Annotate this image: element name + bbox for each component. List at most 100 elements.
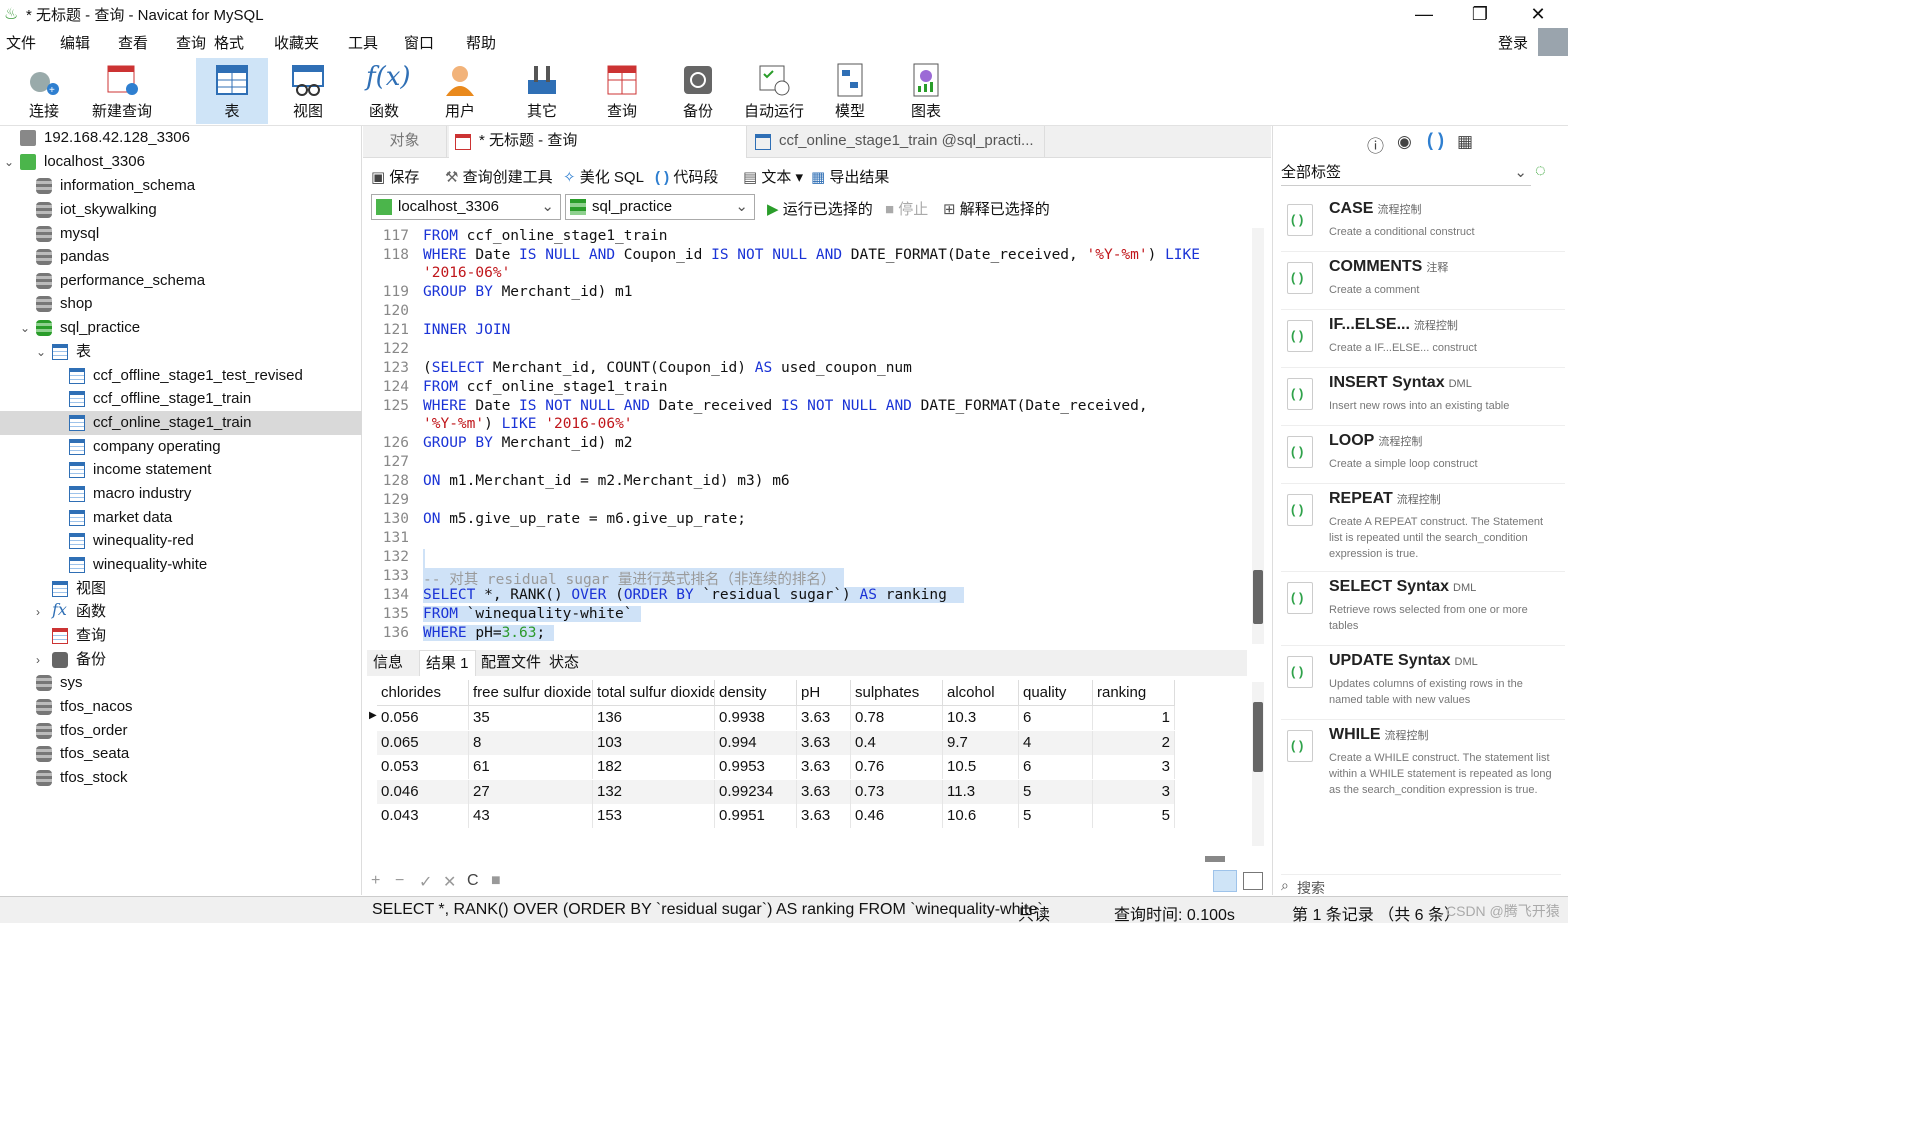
add-record-icon[interactable]: +	[371, 872, 380, 890]
table-cell[interactable]: 153	[593, 804, 715, 828]
tree-item-database[interactable]: shop	[0, 292, 362, 316]
table-cell[interactable]: 0.9951	[715, 804, 797, 828]
table-cell[interactable]: 10.6	[943, 804, 1019, 828]
snippet-button[interactable]: ( ) 代码段	[655, 166, 718, 187]
table-cell[interactable]: 3.63	[797, 755, 851, 779]
tree-item-database[interactable]: iot_skywalking	[0, 198, 362, 222]
table-cell[interactable]: 0.043	[377, 804, 469, 828]
tag-filter-select[interactable]: 全部标签 ⌄	[1281, 160, 1531, 186]
column-header[interactable]: ranking	[1093, 680, 1175, 706]
editor-scrollbar-thumb[interactable]	[1253, 570, 1263, 624]
tab-status[interactable]: 状态	[543, 650, 585, 676]
menu-window[interactable]: 窗口	[404, 32, 434, 53]
maximize-button[interactable]: ❐	[1458, 0, 1502, 28]
tree-item-backups[interactable]: › 备份	[0, 648, 362, 672]
menu-format[interactable]: 格式	[214, 32, 244, 53]
text-button[interactable]: ▤ 文本 ▾	[743, 166, 803, 187]
column-header[interactable]: density	[715, 680, 797, 706]
tree-item-database[interactable]: tfos_seata	[0, 742, 362, 766]
sql-editor[interactable]: 117 FROM ccf_online_stage1_train 118 WHE…	[367, 228, 1247, 644]
snippet-item[interactable]: IF...ELSE...流程控制Create a IF...ELSE... co…	[1281, 310, 1565, 368]
table-cell[interactable]: 3.63	[797, 779, 851, 804]
snippet-search-field[interactable]: ⌕ 搜索	[1281, 874, 1561, 896]
info-icon[interactable]: ⓘ	[1367, 132, 1384, 157]
table-cell[interactable]: 6	[1019, 755, 1093, 779]
table-cell[interactable]: 132	[593, 779, 715, 804]
table-cell[interactable]: 6	[1019, 706, 1093, 730]
add-snippet-icon[interactable]: ◌	[1535, 160, 1546, 181]
grid-horizontal-scrollbar-thumb[interactable]	[1205, 856, 1225, 862]
menu-view[interactable]: 查看	[118, 32, 148, 53]
menu-tools[interactable]: 工具	[348, 32, 378, 53]
connect-button[interactable]: + 连接	[8, 58, 80, 124]
save-button[interactable]: ▣ 保存	[371, 166, 419, 187]
tree-item-table[interactable]: ccf_offline_stage1_test_revised	[0, 364, 362, 388]
table-cell[interactable]: 0.46	[851, 804, 943, 828]
table-cell[interactable]: 0.9953	[715, 755, 797, 779]
column-header[interactable]: pH	[797, 680, 851, 706]
avatar[interactable]	[1538, 28, 1568, 56]
function-button[interactable]: f(x) 函数	[348, 58, 420, 124]
export-result-button[interactable]: ▦ 导出结果	[811, 166, 889, 187]
table-cell[interactable]: 8	[469, 730, 593, 755]
table-cell[interactable]: 2	[1093, 730, 1175, 755]
stop-button[interactable]: ■ 停止	[885, 198, 928, 219]
table-cell[interactable]: 5	[1093, 804, 1175, 828]
table-cell[interactable]: 3	[1093, 779, 1175, 804]
table-cell[interactable]: 3	[1093, 755, 1175, 779]
eye-icon[interactable]: ◉	[1397, 132, 1412, 152]
tree-item-tables-folder[interactable]: ⌄ 表	[0, 340, 362, 364]
other-button[interactable]: 其它	[506, 58, 578, 124]
tree-item-remote-connection[interactable]: 192.168.42.128_3306	[0, 126, 362, 150]
table-cell[interactable]: 0.994	[715, 730, 797, 755]
tree-item-localhost[interactable]: ⌄ localhost_3306	[0, 150, 362, 174]
table-cell[interactable]: 0.4	[851, 730, 943, 755]
table-cell[interactable]: 0.065	[377, 730, 469, 755]
table-cell[interactable]: 0.73	[851, 779, 943, 804]
tree-item-views[interactable]: 视图	[0, 577, 362, 601]
menu-edit[interactable]: 编辑	[60, 32, 90, 53]
table-cell[interactable]: 1	[1093, 706, 1175, 730]
tree-item-table[interactable]: market data	[0, 506, 362, 530]
tab-profile[interactable]: 配置文件	[475, 650, 547, 676]
tab-info[interactable]: 信息	[367, 650, 409, 676]
connection-select[interactable]: localhost_3306 ⌄	[371, 194, 561, 220]
snippet-item[interactable]: CASE流程控制Create a conditional construct	[1281, 194, 1565, 252]
table-cell[interactable]: 0.053	[377, 755, 469, 779]
close-button[interactable]: ✕	[1516, 0, 1560, 28]
tree-item-sql-practice[interactable]: ⌄ sql_practice	[0, 316, 362, 340]
discard-changes-icon[interactable]: ✕	[443, 872, 456, 892]
table-cell[interactable]: 0.056	[377, 706, 469, 730]
user-button[interactable]: 用户	[424, 58, 496, 124]
chart-button[interactable]: 图表	[890, 58, 962, 124]
menu-query[interactable]: 查询	[176, 32, 206, 53]
table-button[interactable]: 表	[196, 58, 268, 124]
table-cell[interactable]: 0.76	[851, 755, 943, 779]
table-cell[interactable]: 0.046	[377, 779, 469, 804]
table-cell[interactable]: 5	[1019, 779, 1093, 804]
column-header[interactable]: chlorides	[377, 680, 469, 706]
tree-item-table[interactable]: company operating	[0, 435, 362, 459]
login-link[interactable]: 登录	[1498, 32, 1528, 53]
column-header[interactable]: alcohol	[943, 680, 1019, 706]
chevron-down-icon[interactable]: ⌄	[20, 316, 30, 340]
refresh-icon[interactable]: C	[467, 872, 479, 890]
table-cell[interactable]: 103	[593, 730, 715, 755]
tree-item-database[interactable]: performance_schema	[0, 269, 362, 293]
tree-item-database[interactable]: tfos_nacos	[0, 695, 362, 719]
snippet-item[interactable]: LOOP流程控制Create a simple loop construct	[1281, 426, 1565, 484]
database-select[interactable]: sql_practice ⌄	[565, 194, 755, 220]
backup-button[interactable]: 备份	[662, 58, 734, 124]
tree-item-table[interactable]: winequality-red	[0, 529, 362, 553]
column-header[interactable]: total sulfur dioxide	[593, 680, 715, 706]
grid-scrollbar-thumb[interactable]	[1253, 702, 1263, 772]
table-cell[interactable]: 136	[593, 706, 715, 730]
apply-changes-icon[interactable]: ✓	[419, 872, 432, 892]
beautify-sql-button[interactable]: ✧ 美化 SQL	[563, 166, 644, 187]
table-cell[interactable]: 0.78	[851, 706, 943, 730]
menu-favorites[interactable]: 收藏夹	[274, 32, 319, 53]
menu-file[interactable]: 文件	[6, 32, 36, 53]
menu-help[interactable]: 帮助	[466, 32, 496, 53]
tree-item-database[interactable]: sys	[0, 671, 362, 695]
snippet-item[interactable]: REPEAT流程控制Create A REPEAT construct. The…	[1281, 484, 1565, 572]
